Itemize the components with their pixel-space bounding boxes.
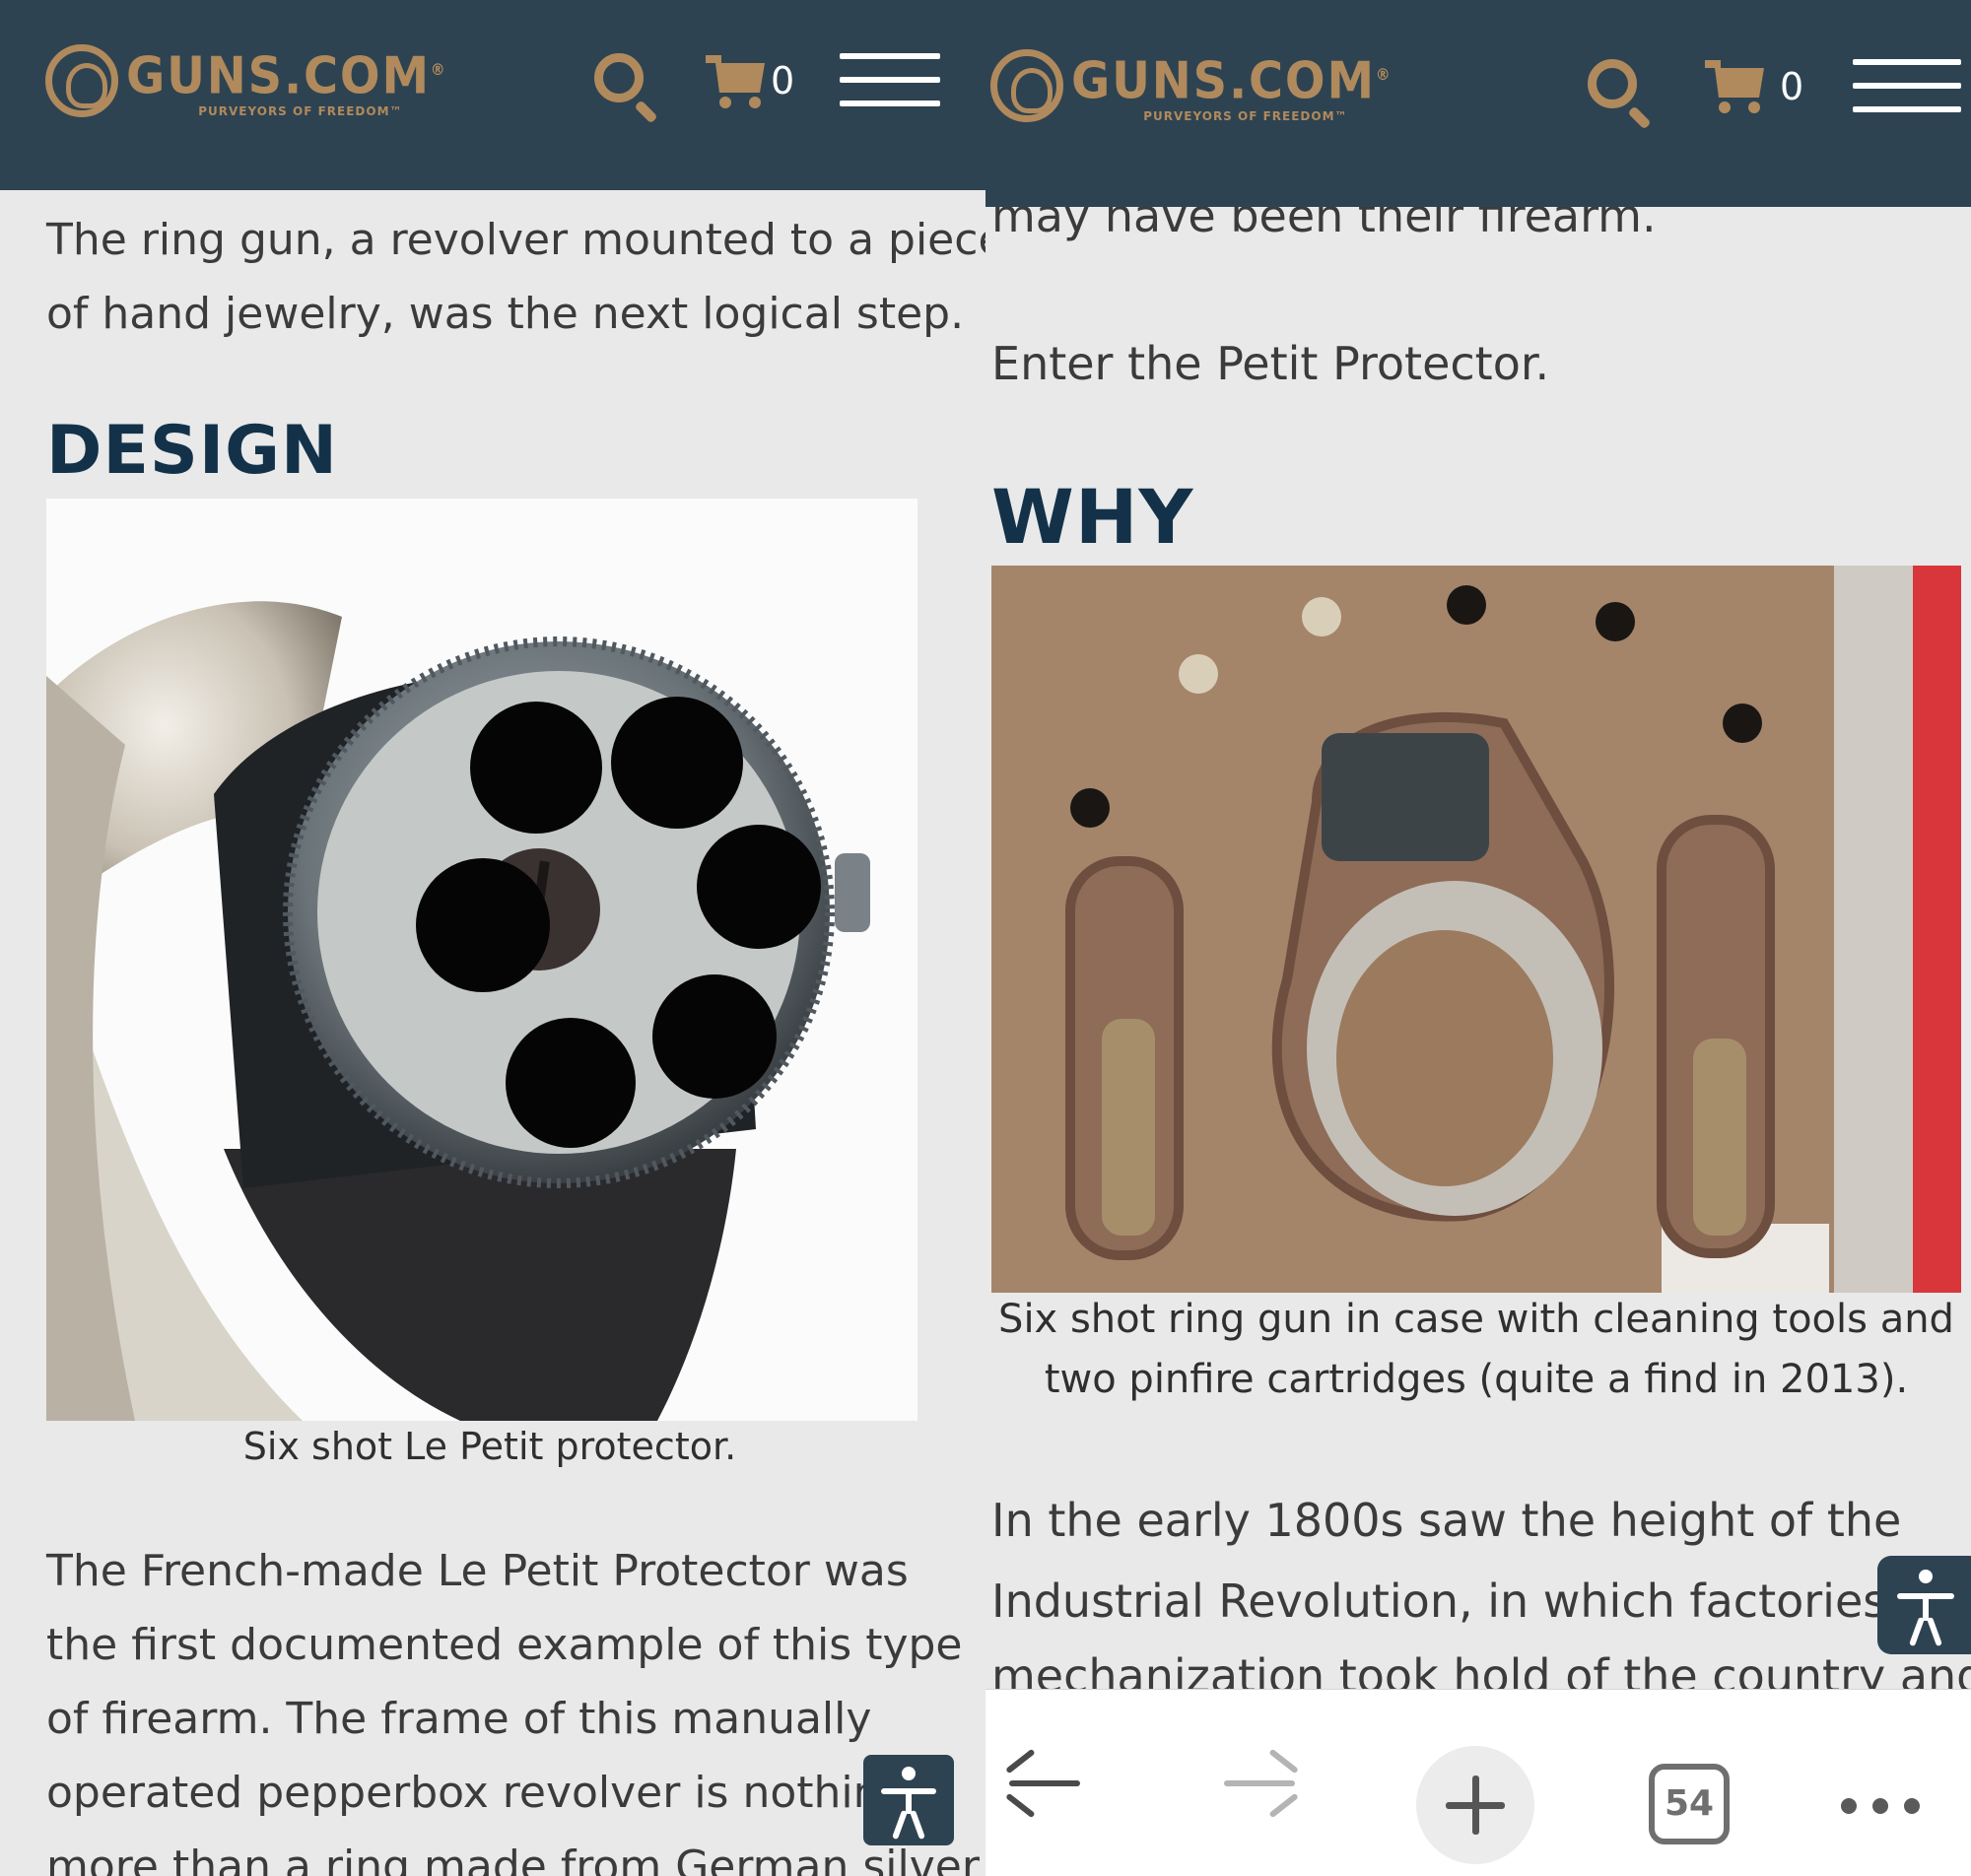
logo-tagline: PURVEYORS OF FREEDOM™ <box>198 104 403 119</box>
site-header: GUNS.COM® PURVEYORS OF FREEDOM™ 0 <box>986 0 1971 207</box>
accessibility-button[interactable] <box>863 1755 954 1845</box>
paragraph-line: more than a ring made from German silver <box>46 1842 980 1876</box>
logo-emblem-icon <box>45 44 118 118</box>
section-heading-design: DESIGN <box>46 412 338 490</box>
paragraph-line: operated pepperbox revolver is nothing <box>46 1768 909 1818</box>
revolver-cylinder-image <box>46 601 870 1421</box>
paragraph-line: In the early 1800s saw the height of the <box>991 1494 1902 1547</box>
logo-trademark: ® <box>430 60 447 79</box>
cart-count[interactable]: 0 <box>1780 65 1803 108</box>
more-icon[interactable] <box>1841 1798 1920 1814</box>
tabs-button[interactable]: 54 <box>1649 1764 1730 1844</box>
ring-revolver-photo <box>46 499 918 1421</box>
paragraph-line: The ring gun, a revolver mounted to a pi… <box>46 215 986 265</box>
section-heading-why: WHY <box>991 473 1194 561</box>
hamburger-menu-icon[interactable] <box>1853 59 1961 118</box>
paragraph-line: of hand jewelry, was the next logical st… <box>46 289 965 339</box>
hamburger-menu-icon[interactable] <box>840 53 940 108</box>
ring-gun-case-photo <box>991 566 1961 1293</box>
site-logo[interactable]: GUNS.COM® PURVEYORS OF FREEDOM™ <box>990 48 1420 123</box>
site-logo[interactable]: GUNS.COM® PURVEYORS OF FREEDOM™ <box>45 43 475 118</box>
back-arrow-icon[interactable] <box>1005 1748 1084 1819</box>
search-icon[interactable] <box>1588 59 1657 130</box>
accessibility-button[interactable] <box>1877 1556 1971 1654</box>
image-caption-line: two pinfire cartridges (quite a find in … <box>1044 1357 1909 1402</box>
right-page-screenshot: may have been their firearm. GUNS.COM® P… <box>986 0 1971 1876</box>
logo-wordmark: GUNS.COM <box>1071 51 1376 111</box>
cart-icon[interactable] <box>706 55 769 110</box>
ring-gun-case-image <box>991 566 1961 1293</box>
paragraph-line: The French-made Le Petit Protector was <box>46 1546 909 1596</box>
logo-wordmark: GUNS.COM <box>126 46 431 106</box>
cart-icon[interactable] <box>1705 60 1768 115</box>
image-caption: Six shot Le Petit protector. <box>242 1425 737 1468</box>
paragraph-line: the first documented example of this typ… <box>46 1620 963 1670</box>
search-icon[interactable] <box>594 53 663 124</box>
image-caption-line: Six shot ring gun in case with cleaning … <box>998 1297 1954 1342</box>
cart-count[interactable]: 0 <box>771 59 794 102</box>
new-tab-button[interactable] <box>1416 1746 1534 1864</box>
left-page-screenshot: GUNS.COM® PURVEYORS OF FREEDOM™ 0 The ri… <box>0 0 986 1876</box>
paragraph-line: Enter the Petit Protector. <box>991 337 1550 390</box>
forward-arrow-icon[interactable] <box>1220 1748 1299 1819</box>
paragraph-line: of firearm. The frame of this manually <box>46 1694 872 1744</box>
logo-trademark: ® <box>1375 65 1393 84</box>
browser-bottom-toolbar: 54 <box>986 1689 1971 1876</box>
logo-emblem-icon <box>990 49 1063 123</box>
logo-tagline: PURVEYORS OF FREEDOM™ <box>1143 109 1348 124</box>
paragraph-line: Industrial Revolution, in which factorie… <box>991 1574 1887 1628</box>
site-header: GUNS.COM® PURVEYORS OF FREEDOM™ 0 <box>0 0 986 190</box>
